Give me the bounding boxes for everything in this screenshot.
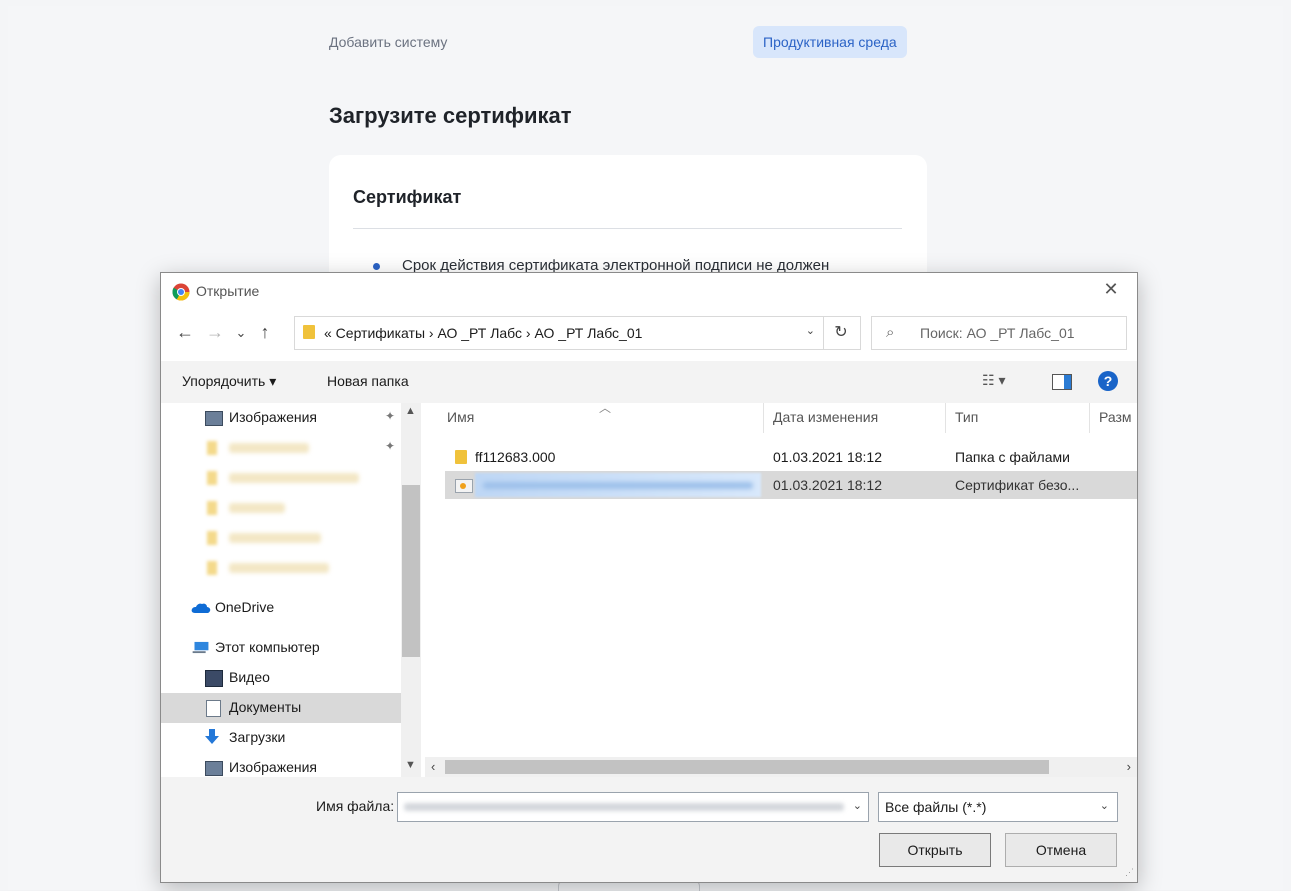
nav-item-blurred[interactable] [161,553,401,583]
file-name-input[interactable]: ⌄ [397,792,869,822]
scroll-left-icon[interactable]: ‹ [431,759,435,774]
scrollbar-thumb[interactable] [402,485,420,657]
download-arrow-icon [205,729,219,744]
nav-item-blurred[interactable] [161,463,401,493]
pictures-icon [205,411,223,426]
nav-item-pictures-pinned[interactable]: Изображения ✦ [161,403,401,433]
blurred-label [229,473,359,483]
folder-icon [207,531,217,545]
scroll-right-icon[interactable]: › [1127,759,1131,774]
up-arrow-icon[interactable]: ↑ [255,322,275,343]
new-folder-button[interactable]: Новая папка [327,373,409,389]
sort-ascending-icon: ︿ [599,403,612,415]
file-name-blurred [475,473,761,497]
nav-item-downloads[interactable]: Загрузки [161,723,401,753]
add-system-link[interactable]: Добавить систему [329,34,447,50]
folder-icon [207,471,217,485]
folder-icon [207,561,217,575]
help-icon[interactable]: ? [1098,371,1118,391]
blurred-label [229,503,285,513]
file-name: ff112683.000 [475,449,556,465]
navigation-pane: Изображения ✦ ✦ OneDrive Этот компьютер … [161,403,421,777]
table-row[interactable]: ff112683.000 01.03.2021 18:12 Папка с фа… [445,443,1137,471]
nav-item-documents[interactable]: Документы [161,693,401,723]
dialog-titlebar: Открытие ✕ [161,273,1137,311]
search-placeholder: Поиск: АО _РТ Лабс_01 [920,325,1075,341]
file-date: 01.03.2021 18:12 [773,477,882,493]
chevron-down-icon[interactable]: ⌄ [806,324,815,337]
column-header-type[interactable]: Тип [955,409,978,425]
dialog-toolbar: Упорядочить ▾ Новая папка ☷ ▾ ? [161,361,1137,403]
file-list: ︿ Имя Дата изменения Тип Разм ff112683.0… [425,403,1137,777]
folder-icon [207,441,217,455]
nav-item-blurred[interactable] [161,523,401,553]
navigation-scrollbar[interactable]: ▲ ▼ [401,403,421,777]
open-button[interactable]: Открыть [879,833,991,867]
certificate-icon [455,479,473,493]
search-icon: ⌕ [886,324,895,341]
preview-pane-icon[interactable] [1052,374,1072,390]
chevron-down-icon[interactable]: ⌄ [1100,799,1109,812]
page-title: Загрузите сертификат [329,103,572,128]
pin-icon[interactable]: ✦ [385,439,395,453]
scroll-up-icon[interactable]: ▲ [405,405,416,417]
file-type: Сертификат безо... [955,477,1080,493]
nav-item-blurred[interactable]: ✦ [161,433,401,463]
blurred-label [229,443,309,453]
breadcrumb[interactable]: « Сертификаты › АО _РТ Лабс › АО _РТ Лаб… [324,325,642,341]
file-name-label: Имя файла: [316,798,395,814]
folder-icon [455,450,467,464]
horizontal-scrollbar[interactable]: ‹ › [425,757,1137,777]
bullet-icon [373,263,380,270]
open-file-dialog: Открытие ✕ ← → ⌄ ↑ « Сертификаты › АО _Р… [160,272,1138,883]
address-bar[interactable]: « Сертификаты › АО _РТ Лабс › АО _РТ Лаб… [294,316,824,350]
column-header-size[interactable]: Разм [1099,409,1132,425]
file-type-select[interactable]: Все файлы (*.*) ⌄ [878,792,1118,822]
nav-item-video[interactable]: Видео [161,663,401,693]
folder-icon [207,501,217,515]
cancel-button[interactable]: Отмена [1005,833,1117,867]
view-options-icon[interactable]: ☷ ▾ [982,372,1005,389]
document-icon [206,700,221,717]
file-date: 01.03.2021 18:12 [773,449,882,465]
refresh-icon[interactable]: ↻ [822,316,861,350]
film-icon [205,670,223,687]
file-name-value-blurred [404,803,844,811]
dialog-title: Открытие [196,283,260,299]
forward-arrow-icon[interactable]: → [205,322,225,343]
blurred-label [229,563,329,573]
pictures-icon [205,761,223,776]
nav-item-blurred[interactable] [161,493,401,523]
folder-icon [303,325,315,339]
environment-badge[interactable]: Продуктивная среда [753,26,907,58]
pin-icon[interactable]: ✦ [385,409,395,423]
resize-grip-icon[interactable]: ⋰ [1125,867,1134,878]
search-input[interactable]: ⌕ Поиск: АО _РТ Лабс_01 [871,316,1127,350]
column-header-name[interactable]: Имя [447,409,474,425]
cloud-icon [191,603,211,613]
column-separator[interactable] [945,403,946,433]
column-header-date[interactable]: Дата изменения [773,409,878,425]
column-separator[interactable] [763,403,764,433]
card-title: Сертификат [353,187,462,207]
nav-item-pictures[interactable]: Изображения [161,753,401,777]
blurred-label [229,533,321,543]
column-separator[interactable] [1089,403,1090,433]
table-row-selected[interactable]: 01.03.2021 18:12 Сертификат безо... [445,471,1137,499]
card-divider [353,228,902,229]
close-icon[interactable]: ✕ [1099,279,1123,300]
nav-item-onedrive[interactable]: OneDrive [161,593,401,623]
scroll-down-icon[interactable]: ▼ [405,759,416,771]
chrome-icon [172,283,190,301]
file-type: Папка с файлами [955,449,1070,465]
nav-item-this-pc[interactable]: Этот компьютер [161,633,401,663]
back-arrow-icon[interactable]: ← [175,322,195,343]
scrollbar-thumb[interactable] [445,760,1049,774]
computer-icon [192,641,209,654]
file-type-value: Все файлы (*.*) [885,799,987,815]
dialog-footer: Имя файла: ⌄ Все файлы (*.*) ⌄ Открыть О… [161,777,1137,882]
chevron-down-icon[interactable]: ⌄ [853,799,862,812]
recent-locations-icon[interactable]: ⌄ [231,325,251,341]
organize-button[interactable]: Упорядочить ▾ [182,373,276,390]
